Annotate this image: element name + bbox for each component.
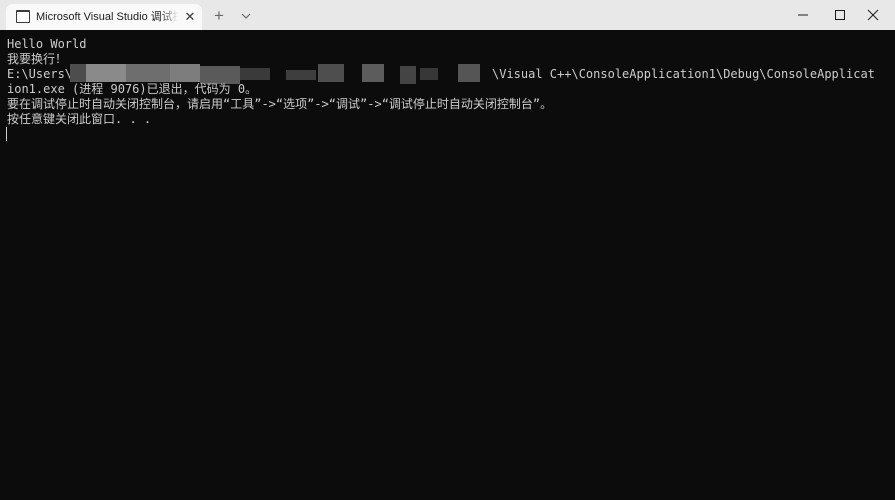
close-icon: [867, 9, 879, 21]
redacted-block: [458, 64, 480, 82]
redacted-block: [400, 66, 416, 84]
redacted-block: [286, 70, 316, 80]
console-line: ion1.exe (进程 9076)已退出，代码为 0。: [7, 82, 258, 96]
redacted-block: [362, 64, 384, 82]
minimize-icon: [798, 14, 808, 16]
redacted-block: [170, 64, 200, 82]
console-icon: [16, 10, 30, 23]
redacted-block: [420, 68, 438, 80]
redacted-block: [126, 64, 170, 82]
console-line: Hello World: [7, 37, 87, 51]
tab-debug-console[interactable]: Microsoft Visual Studio 调试控制台 ✕: [6, 4, 202, 30]
close-window-button[interactable]: [850, 0, 895, 30]
terminal-window: Microsoft Visual Studio 调试控制台 ✕ +: [0, 0, 895, 500]
title-bar: Microsoft Visual Studio 调试控制台 ✕ +: [0, 0, 895, 30]
redacted-block: [240, 68, 270, 80]
tab-close-icon[interactable]: ✕: [182, 9, 198, 25]
redacted-block: [70, 64, 86, 82]
tab-title: Microsoft Visual Studio 调试控制台: [36, 11, 178, 23]
redacted-block: [86, 64, 126, 82]
console-line: 按任意键关闭此窗口. . .: [7, 112, 152, 126]
maximize-icon: [835, 10, 845, 20]
text-cursor: [6, 127, 7, 141]
redacted-block: [318, 64, 344, 82]
console-output[interactable]: Hello World 我要换行！ E:\Users\ \Visual C++\…: [0, 30, 895, 500]
new-tab-button[interactable]: +: [209, 6, 229, 26]
console-path-suffix: \Visual C++\ConsoleApplication1\Debug\Co…: [492, 67, 875, 81]
console-line: E:\Users\: [7, 67, 73, 81]
chevron-down-icon[interactable]: [236, 6, 256, 26]
console-line: 我要换行！: [7, 52, 68, 66]
console-line: 要在调试停止时自动关闭控制台，请启用“工具”->“选项”->“调试”->“调试停…: [7, 97, 553, 111]
